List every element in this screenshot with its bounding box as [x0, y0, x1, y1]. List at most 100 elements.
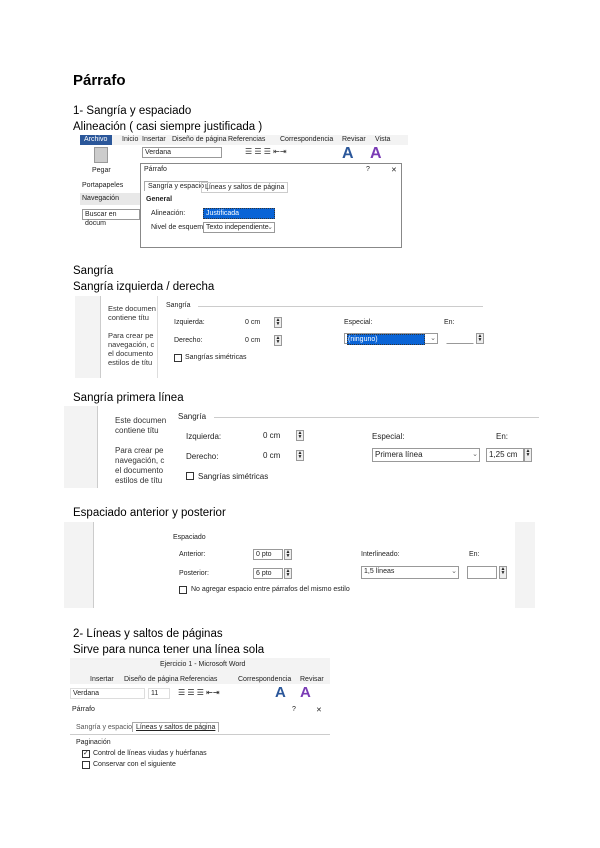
- help-button[interactable]: ?: [292, 706, 296, 713]
- left-indent-stepper[interactable]: ▲ ▼: [296, 430, 304, 441]
- tab-review[interactable]: Revisar: [342, 136, 366, 143]
- section-subtitle: Alineación ( casi siempre justificada ): [73, 121, 263, 133]
- section-heading: Sangría: [73, 265, 114, 277]
- section-heading: Sangría primera línea: [73, 392, 184, 404]
- chevron-down-icon: ⌄: [472, 451, 478, 458]
- right-indent-stepper[interactable]: ▲ ▼: [296, 450, 304, 461]
- keep-with-next-checkbox[interactable]: [82, 761, 90, 769]
- font-select[interactable]: Verdana: [142, 147, 222, 158]
- special-select[interactable]: Primera línea ⌄: [372, 448, 480, 462]
- pagination-label: Paginación: [76, 739, 111, 746]
- by-input[interactable]: 1,25 cm: [486, 448, 524, 462]
- screenshot-first-line-indent: Este documen contiene títu Para crear pe n…: [60, 406, 544, 488]
- dialog-title: Párrafo: [144, 166, 167, 173]
- special-value: Primera línea: [375, 450, 423, 459]
- styles-icon[interactable]: A: [275, 684, 286, 701]
- font-size-select[interactable]: 11: [148, 688, 170, 699]
- screenshot-alignment: Archivo Inicio Insertar Diseño de página…: [80, 135, 408, 248]
- after-label: Posterior:: [179, 570, 209, 577]
- widow-control-label: Control de líneas viudas y huérfanas: [93, 750, 207, 757]
- right-indent-input[interactable]: 0 cm: [260, 450, 292, 461]
- nav-pane-title: Navegación: [80, 193, 142, 205]
- tab-view[interactable]: Vista: [375, 136, 390, 143]
- tab-mailings[interactable]: Correspondencia: [238, 676, 291, 683]
- font-select[interactable]: Verdana: [70, 688, 145, 699]
- before-stepper[interactable]: ▲ ▼: [284, 549, 292, 560]
- chevron-down-icon: ⌄: [451, 568, 457, 575]
- tab-insert[interactable]: Insertar: [90, 676, 114, 683]
- at-stepper[interactable]: ▲ ▼: [499, 566, 507, 579]
- page-title: Párrafo: [73, 72, 126, 89]
- left-indent-input[interactable]: 0 cm: [242, 317, 270, 328]
- tab-mailings[interactable]: Correspondencia: [280, 136, 333, 143]
- no-add-space-label: No agregar espacio entre párrafos del mi…: [191, 586, 350, 593]
- help-button[interactable]: ?: [366, 166, 370, 173]
- text-effects-icon[interactable]: A: [300, 684, 311, 701]
- scrollbar[interactable]: [515, 522, 535, 608]
- after-stepper[interactable]: ▲ ▼: [284, 568, 292, 579]
- tab-references[interactable]: Referencias: [180, 676, 217, 683]
- after-input[interactable]: 6 pto: [253, 568, 283, 579]
- doc-text: Para crear pe: [115, 446, 164, 455]
- tab-home[interactable]: Inicio: [122, 136, 138, 143]
- line-spacing-select[interactable]: 1,5 líneas ⌄: [361, 566, 459, 579]
- text-effects-icon[interactable]: A: [370, 145, 382, 163]
- window-title: Ejercicio 1 - Microsoft Word: [160, 661, 246, 668]
- section-heading: 2- Líneas y saltos de páginas: [73, 628, 223, 640]
- special-value: (ninguno): [347, 334, 425, 345]
- doc-text: navegación, c: [115, 456, 165, 465]
- widow-control-checkbox[interactable]: ✓: [82, 750, 90, 758]
- doc-text: Este documen: [115, 416, 167, 425]
- before-input[interactable]: 0 pto: [253, 549, 283, 560]
- doc-text: contiene títu: [108, 313, 149, 322]
- check-icon: ✓: [83, 750, 89, 757]
- vertical-ruler: [64, 406, 98, 488]
- nav-search-input[interactable]: Buscar en docum: [82, 209, 140, 227]
- alignment-label: Alineación:: [151, 210, 186, 217]
- tab-layout[interactable]: Diseño de página: [172, 136, 227, 143]
- by-stepper[interactable]: ▲ ▼: [524, 448, 532, 462]
- special-select[interactable]: (ninguno) ⌄: [344, 333, 438, 345]
- clipboard-label: Portapapeles: [82, 182, 124, 189]
- tab-indent-spacing[interactable]: Sangría y espacio: [76, 724, 132, 731]
- paragraph-dialog: Párrafo ? ✕ Sangría y espacio Líneas y s…: [70, 706, 330, 770]
- doc-text: Para crear pe: [108, 331, 154, 340]
- outline-level-label: Nivel de esquema:: [151, 224, 209, 231]
- mirror-indents-label: Sangrías simétricas: [198, 472, 269, 481]
- right-indent-input[interactable]: 0 cm: [242, 335, 270, 346]
- special-label: Especial:: [372, 432, 405, 441]
- styles-icon[interactable]: A: [342, 145, 354, 163]
- tab-file[interactable]: Archivo: [80, 135, 112, 145]
- close-button[interactable]: ✕: [316, 706, 322, 714]
- tab-review[interactable]: Revisar: [300, 676, 324, 683]
- list-icons[interactable]: ☰ ☰ ☰ ⇤⇥: [245, 147, 287, 156]
- line-spacing-value: 1,5 líneas: [364, 568, 395, 575]
- close-button[interactable]: ✕: [391, 166, 397, 174]
- alignment-select[interactable]: Justificada: [203, 208, 275, 219]
- no-add-space-checkbox[interactable]: [179, 586, 187, 594]
- section-subtitle: Sirve para nunca tener una línea sola: [73, 644, 265, 656]
- chevron-down-icon: ⌄: [267, 224, 273, 231]
- outline-level-select[interactable]: Texto independiente ⌄: [203, 222, 275, 233]
- tab-insert[interactable]: Insertar: [142, 136, 166, 143]
- at-input[interactable]: [467, 566, 497, 579]
- paste-button[interactable]: Pegar: [92, 167, 111, 174]
- by-stepper[interactable]: ▲ ▼: [476, 333, 484, 344]
- right-indent-label: Derecho:: [186, 452, 219, 461]
- right-indent-stepper[interactable]: ▲ ▼: [274, 335, 282, 346]
- left-indent-stepper[interactable]: ▲ ▼: [274, 317, 282, 328]
- doc-text: estilos de títu: [108, 358, 153, 367]
- list-icons[interactable]: ☰ ☰ ☰ ⇤⇥: [178, 688, 220, 697]
- section-heading: 1- Sangría y espaciado: [73, 105, 192, 117]
- by-input[interactable]: [446, 333, 474, 344]
- tab-indent-spacing[interactable]: Sangría y espacio: [144, 181, 209, 191]
- mirror-indents-checkbox[interactable]: [186, 472, 194, 480]
- tab-lines-breaks[interactable]: Líneas y saltos de página: [201, 182, 289, 193]
- left-indent-input[interactable]: 0 cm: [260, 430, 292, 441]
- mirror-indents-checkbox[interactable]: [174, 354, 182, 362]
- tab-lines-breaks[interactable]: Líneas y saltos de página: [132, 722, 220, 732]
- tab-references[interactable]: Referencias: [228, 136, 265, 143]
- section-subtitle: Sangría izquierda / derecha: [73, 281, 215, 293]
- vertical-ruler: [75, 296, 101, 378]
- tab-layout[interactable]: Diseño de página: [124, 676, 179, 683]
